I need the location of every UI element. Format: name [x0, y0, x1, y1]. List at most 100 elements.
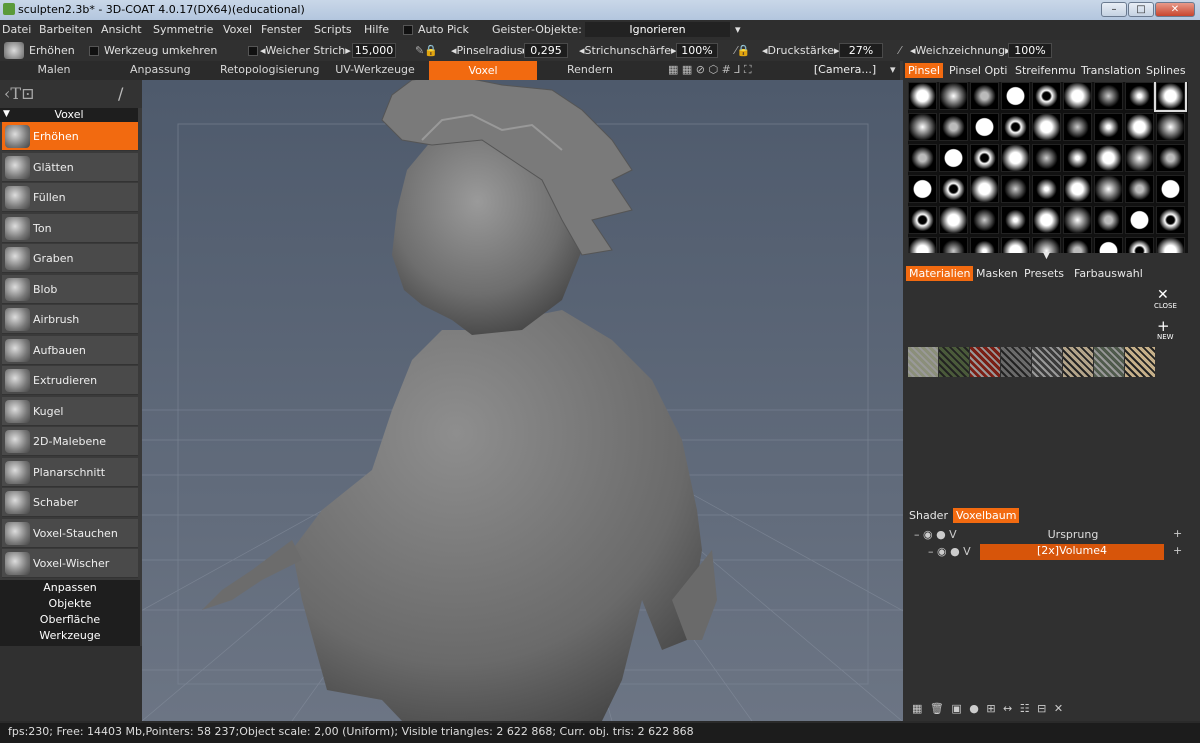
section-objekte[interactable]: Objekte: [2, 596, 138, 612]
menu-symmetrie[interactable]: Symmetrie: [153, 23, 213, 36]
brush-swatch[interactable]: [1063, 144, 1092, 172]
brush-swatch[interactable]: [1094, 144, 1123, 172]
soft-stroke-value[interactable]: 15,000: [352, 43, 396, 58]
tool-13[interactable]: Voxel-Stauchen: [2, 518, 138, 548]
brush-swatch[interactable]: [1156, 175, 1185, 203]
brush-swatch[interactable]: [1094, 175, 1123, 203]
soft-stroke-checkbox[interactable]: [248, 46, 258, 56]
material-swatch[interactable]: [1063, 347, 1093, 377]
brush-swatch[interactable]: [1094, 113, 1123, 141]
menu-hilfe[interactable]: Hilfe: [364, 23, 389, 36]
tool-4[interactable]: Graben: [2, 244, 138, 273]
tool-2[interactable]: Füllen: [2, 183, 138, 212]
section-anpassen[interactable]: Anpassen: [2, 580, 138, 596]
brush-swatch[interactable]: [1001, 82, 1030, 110]
brush-swatch[interactable]: [1063, 82, 1092, 110]
brush-swatch[interactable]: [1156, 206, 1185, 234]
brush-swatch[interactable]: [1001, 206, 1030, 234]
brush-swatch[interactable]: [1032, 206, 1061, 234]
material-swatch[interactable]: [939, 347, 969, 377]
menu-barbeiten[interactable]: Barbeiten: [39, 23, 93, 36]
brush-swatch[interactable]: [908, 82, 937, 110]
tab-farbauswahl[interactable]: Farbauswahl: [1074, 267, 1143, 280]
tool-1[interactable]: Glätten: [2, 152, 138, 182]
brush-swatch[interactable]: [1125, 144, 1154, 172]
tool-9[interactable]: Kugel: [2, 396, 138, 426]
view-options-icons[interactable]: ▦ ▦ ⊘ ⬡ # ⅃ ⛶: [668, 63, 752, 77]
brush-swatch[interactable]: [1125, 82, 1154, 110]
brush-swatch[interactable]: [1032, 113, 1061, 141]
brush-swatch[interactable]: [1063, 113, 1092, 141]
close-material-button[interactable]: CLOSE: [1154, 302, 1177, 310]
brush-swatch[interactable]: [1001, 144, 1030, 172]
brush-swatch[interactable]: [970, 175, 999, 203]
tool-3[interactable]: Ton: [2, 213, 138, 243]
brush-swatch[interactable]: [1125, 206, 1154, 234]
ghost-objects-select[interactable]: Ignorieren: [585, 22, 730, 37]
tab-pinsel[interactable]: Pinsel: [905, 63, 943, 78]
menu-datei[interactable]: Datei: [2, 23, 31, 36]
viewport-scene[interactable]: [142, 80, 903, 721]
pen-pressure-icon[interactable]: ✎🔒: [415, 44, 438, 57]
brush-swatch[interactable]: [1094, 82, 1123, 110]
brush-swatch[interactable]: [939, 175, 968, 203]
tool-8[interactable]: Extrudieren: [2, 366, 138, 395]
tool-5[interactable]: Blob: [2, 274, 138, 304]
brush-swatch[interactable]: [1156, 237, 1185, 253]
pen-icon[interactable]: /: [118, 84, 123, 103]
tree-node-root[interactable]: Ursprung: [981, 528, 1165, 541]
tool-7[interactable]: Aufbauen: [2, 335, 138, 365]
menu-fenster[interactable]: Fenster: [261, 23, 302, 36]
stroke-sharpness-label[interactable]: ◂Strichunschärfe▸: [579, 44, 677, 57]
tool-6[interactable]: Airbrush: [2, 305, 138, 334]
tab-translation[interactable]: Translation: [1081, 64, 1141, 77]
tool-10[interactable]: 2D-Malebene: [2, 427, 138, 456]
brush-swatch[interactable]: [939, 82, 968, 110]
section-oberflaeche[interactable]: Oberfläche: [2, 612, 138, 628]
brush-swatch[interactable]: [908, 206, 937, 234]
tree-actions-icons[interactable]: ▦ 🗑 ▣ ● ⊞ ↔ ☷ ⊟ ✕: [912, 702, 1065, 715]
close-x-icon[interactable]: ✕: [1157, 287, 1169, 303]
brush-swatch[interactable]: [1156, 144, 1185, 172]
tree-add-child-icon[interactable]: +: [1173, 544, 1182, 557]
brush-swatch[interactable]: [939, 113, 968, 141]
brush-swatch[interactable]: [908, 237, 937, 253]
pressure-label[interactable]: ◂Druckstärke▸: [762, 44, 839, 57]
brush-swatch[interactable]: [1154, 82, 1187, 112]
auto-pick-checkbox[interactable]: [403, 25, 413, 35]
brush-radius-label[interactable]: ◂Pinselradius▸: [451, 44, 528, 57]
tree-child-controls[interactable]: – ◉ ● V: [928, 545, 971, 558]
tab-presets[interactable]: Presets: [1024, 267, 1064, 280]
pressure-lock-icon[interactable]: ⁄🔒: [735, 44, 751, 57]
brush-swatch[interactable]: [1001, 237, 1030, 253]
tab-pinsel-opti[interactable]: Pinsel Opti: [949, 64, 1007, 77]
soft-stroke-label[interactable]: ◂Weicher Strich▸: [260, 44, 351, 57]
maximize-icon[interactable]: □: [1128, 2, 1154, 17]
brush-swatch[interactable]: [1032, 144, 1061, 172]
tab-malen[interactable]: Malen: [36, 63, 72, 76]
expand-arrow-icon[interactable]: ▼: [1043, 251, 1050, 261]
brush-swatch[interactable]: [1032, 175, 1061, 203]
brush-swatch[interactable]: [1032, 82, 1061, 110]
brush-swatch[interactable]: [1063, 206, 1092, 234]
camera-select[interactable]: [Camera...]: [806, 63, 884, 76]
brush-swatch[interactable]: [1156, 113, 1185, 141]
brush-swatch[interactable]: [1125, 175, 1154, 203]
brush-swatch[interactable]: [970, 144, 999, 172]
material-swatch[interactable]: [970, 347, 1000, 377]
material-swatch[interactable]: [1125, 347, 1155, 377]
brush-swatch[interactable]: [939, 144, 968, 172]
tree-root-controls[interactable]: – ◉ ● V: [914, 528, 957, 541]
smoothing-value[interactable]: 100%: [1008, 43, 1052, 58]
voxel-tools-header[interactable]: Voxel: [0, 108, 138, 122]
brush-swatch[interactable]: [970, 206, 999, 234]
pressure-value[interactable]: 27%: [839, 43, 883, 58]
brush-swatch[interactable]: [1094, 206, 1123, 234]
brush-swatch[interactable]: [1001, 175, 1030, 203]
tab-splines[interactable]: Splines: [1146, 64, 1186, 77]
tab-materialien[interactable]: Materialien: [906, 266, 974, 281]
menu-ansicht[interactable]: Ansicht: [101, 23, 142, 36]
brush-swatch[interactable]: [970, 82, 999, 110]
invert-checkbox[interactable]: [89, 46, 99, 56]
brush-swatch[interactable]: [970, 237, 999, 253]
